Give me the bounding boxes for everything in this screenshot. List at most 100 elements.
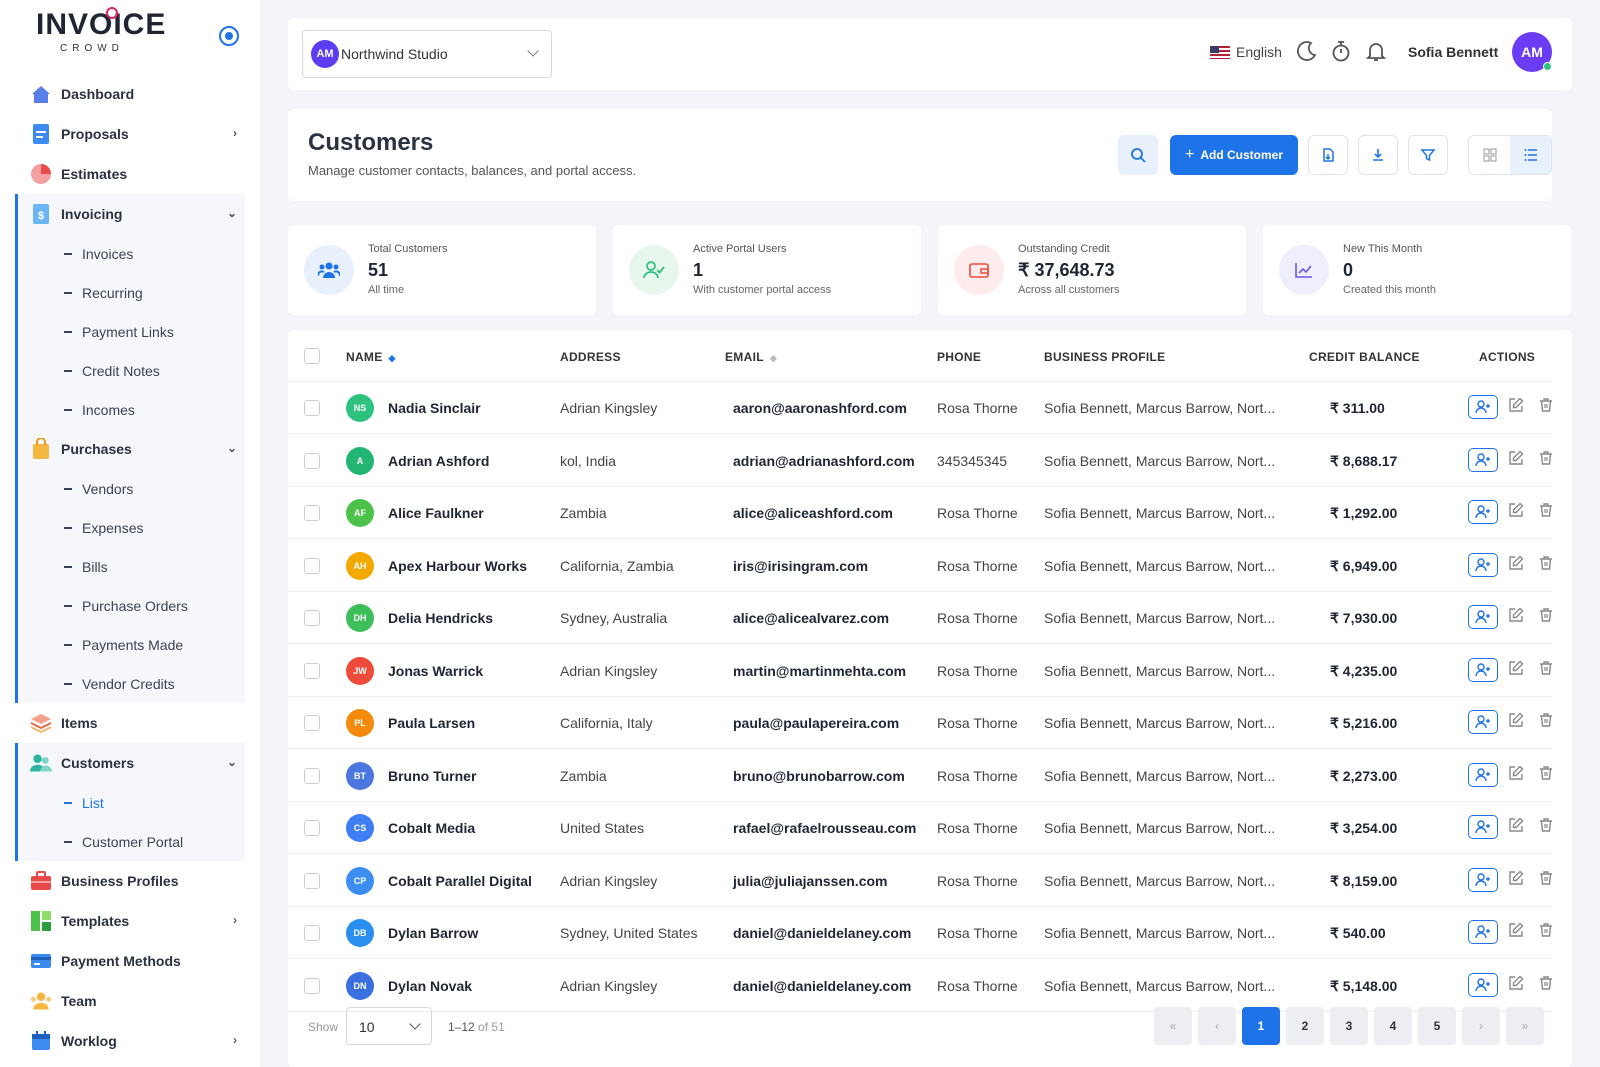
customer-email[interactable]: martin@martinmehta.com	[733, 663, 906, 679]
workspace-selector[interactable]: AM Northwind Studio	[302, 30, 552, 78]
table-row[interactable]: A Adrian Ashford kol, India adrian@adrianas…	[288, 435, 1552, 487]
customer-name[interactable]: Dylan Novak	[388, 978, 472, 994]
portal-access-button[interactable]	[1468, 920, 1498, 944]
edit-button[interactable]	[1508, 870, 1526, 888]
sidebar-item-business-profiles[interactable]: Business Profiles	[15, 861, 245, 901]
customer-email[interactable]: julia@juliajanssen.com	[733, 873, 887, 889]
table-row[interactable]: JW Jonas Warrick Adrian Kingsley martin@mar…	[288, 645, 1552, 697]
portal-access-button[interactable]	[1468, 605, 1498, 629]
row-checkbox[interactable]	[304, 505, 320, 521]
row-checkbox[interactable]	[304, 662, 320, 679]
customer-name[interactable]: Bruno Turner	[388, 768, 476, 784]
edit-button[interactable]	[1508, 817, 1526, 835]
list-view-button[interactable]	[1510, 136, 1551, 174]
delete-button[interactable]	[1538, 817, 1556, 835]
sidebar-subitem-recurring[interactable]: Recurring	[18, 273, 245, 312]
delete-button[interactable]	[1538, 397, 1556, 415]
edit-button[interactable]	[1508, 450, 1526, 468]
portal-access-button[interactable]	[1468, 395, 1498, 419]
app-logo[interactable]: INVOICE CROWD	[36, 7, 165, 65]
delete-button[interactable]	[1538, 607, 1556, 625]
sidebar-subitem-customer-portal[interactable]: Customer Portal	[18, 822, 245, 861]
table-row[interactable]: AF Alice Faulkner Zambia alice@aliceashford…	[288, 487, 1552, 539]
customer-email[interactable]: rafael@rafaelrousseau.com	[733, 820, 916, 836]
page-button[interactable]: 1	[1242, 1007, 1280, 1045]
first-page-button[interactable]: «	[1154, 1007, 1192, 1045]
table-row[interactable]: PL Paula Larsen California, Italy paula@pau…	[288, 697, 1552, 749]
delete-button[interactable]	[1538, 555, 1556, 573]
user-avatar[interactable]: AM	[1512, 32, 1552, 72]
edit-button[interactable]	[1508, 922, 1526, 940]
page-size-select[interactable]: 10	[346, 1007, 432, 1045]
row-checkbox[interactable]	[304, 820, 320, 836]
sidebar-item-estimates[interactable]: Estimates	[15, 154, 245, 194]
delete-button[interactable]	[1538, 922, 1556, 940]
edit-button[interactable]	[1508, 660, 1526, 678]
table-row[interactable]: DB Dylan Barrow Sydney, United States danie…	[288, 907, 1552, 959]
customer-name[interactable]: Alice Faulkner	[388, 505, 484, 521]
timer-icon[interactable]	[1330, 40, 1354, 64]
delete-button[interactable]	[1538, 660, 1556, 678]
sidebar-item-items[interactable]: Items	[15, 703, 245, 743]
prev-page-button[interactable]: ‹	[1198, 1007, 1236, 1045]
row-checkbox[interactable]	[304, 715, 320, 731]
sidebar-subitem-incomes[interactable]: Incomes	[18, 390, 245, 429]
sidebar-subitem-purchase-orders[interactable]: Purchase Orders	[18, 586, 245, 625]
delete-button[interactable]	[1538, 502, 1556, 520]
sidebar-subitem-invoices[interactable]: Invoices	[18, 234, 245, 273]
edit-button[interactable]	[1508, 502, 1526, 520]
table-row[interactable]: CP Cobalt Parallel Digital Adrian Kingsley…	[288, 855, 1552, 907]
customer-email[interactable]: daniel@danieldelaney.com	[733, 925, 911, 941]
column-header-name[interactable]: NAME ◆	[346, 350, 396, 364]
row-checkbox[interactable]	[304, 610, 320, 626]
page-button[interactable]: 2	[1286, 1007, 1324, 1045]
user-name[interactable]: Sofia Bennett	[1408, 44, 1498, 60]
search-button[interactable]	[1118, 135, 1158, 175]
sidebar-item-proposals[interactable]: Proposals ›	[15, 114, 245, 154]
sidebar-item-templates[interactable]: Templates ›	[15, 901, 245, 941]
sidebar-item-dashboard[interactable]: Dashboard	[15, 74, 245, 114]
edit-button[interactable]	[1508, 975, 1526, 993]
customer-email[interactable]: alice@aliceashford.com	[733, 505, 893, 521]
portal-access-button[interactable]	[1468, 657, 1498, 682]
customer-email[interactable]: alice@alicealvarez.com	[733, 610, 889, 626]
table-row[interactable]: NS Nadia Sinclair Adrian Kingsley aaron@aar…	[288, 382, 1552, 434]
sidebar-subitem-credit-notes[interactable]: Credit Notes	[18, 351, 245, 390]
select-all-checkbox[interactable]	[304, 348, 320, 364]
customer-email[interactable]: iris@irisingram.com	[733, 558, 868, 574]
sidebar-subitem-payments-made[interactable]: Payments Made	[18, 625, 245, 664]
row-checkbox[interactable]	[304, 925, 320, 941]
bell-icon[interactable]	[1365, 40, 1389, 64]
row-checkbox[interactable]	[304, 452, 320, 469]
delete-button[interactable]	[1538, 765, 1556, 783]
sidebar-item-purchases[interactable]: Purchases ⌄	[18, 429, 245, 469]
sidebar-collapse-button[interactable]	[219, 26, 239, 46]
customer-email[interactable]: bruno@brunobarrow.com	[733, 768, 905, 784]
delete-button[interactable]	[1538, 450, 1556, 468]
table-row[interactable]: CS Cobalt Media United States rafael@rafael…	[288, 802, 1552, 854]
customer-name[interactable]: Cobalt Media	[388, 820, 475, 836]
row-checkbox[interactable]	[304, 557, 320, 574]
filter-button[interactable]	[1408, 135, 1448, 175]
customer-name[interactable]: Apex Harbour Works	[388, 558, 527, 574]
delete-button[interactable]	[1538, 712, 1556, 730]
portal-access-button[interactable]	[1468, 815, 1498, 839]
page-button[interactable]: 5	[1418, 1007, 1456, 1045]
next-page-button[interactable]: ›	[1462, 1007, 1500, 1045]
portal-access-button[interactable]	[1468, 710, 1498, 734]
sidebar-subitem-expenses[interactable]: Expenses	[18, 508, 245, 547]
row-checkbox[interactable]	[304, 767, 320, 784]
portal-access-button[interactable]	[1468, 867, 1498, 892]
edit-button[interactable]	[1508, 397, 1526, 415]
table-row[interactable]: AH Apex Harbour Works California, Zambia ir…	[288, 540, 1552, 592]
column-header-email[interactable]: EMAIL ◆	[725, 350, 777, 364]
sidebar-item-payment-methods[interactable]: Payment Methods	[15, 941, 245, 981]
sidebar-subitem-vendor-credits[interactable]: Vendor Credits	[18, 664, 245, 703]
sidebar-subitem-bills[interactable]: Bills	[18, 547, 245, 586]
customer-name[interactable]: Paula Larsen	[388, 715, 475, 731]
delete-button[interactable]	[1538, 870, 1556, 888]
sidebar-subitem-list[interactable]: List	[18, 783, 245, 822]
portal-access-button[interactable]	[1468, 500, 1498, 524]
sidebar-item-customers[interactable]: Customers ⌄	[18, 743, 245, 783]
edit-button[interactable]	[1508, 555, 1526, 573]
